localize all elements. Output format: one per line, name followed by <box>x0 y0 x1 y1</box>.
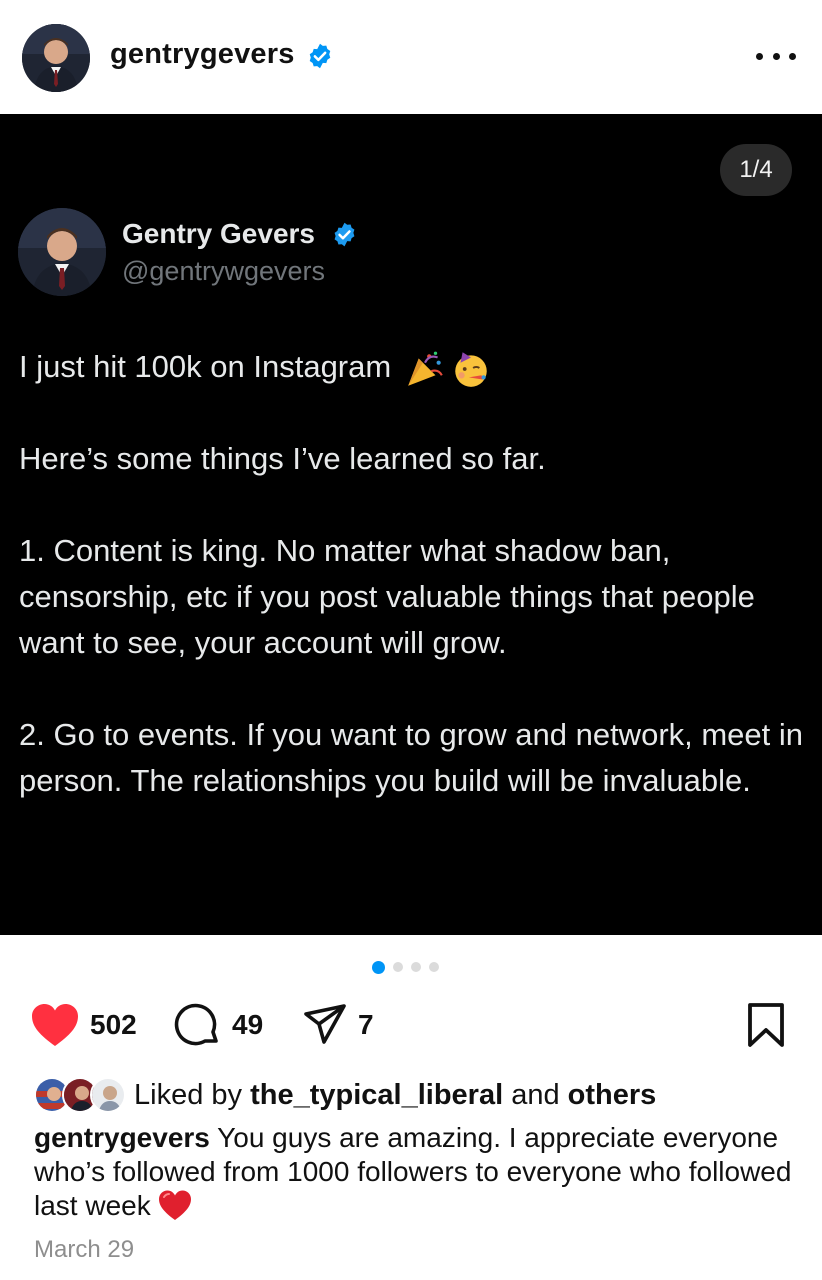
tweet-avatar <box>18 208 106 296</box>
tweet-line: 2. Go to events. If you want to grow and… <box>19 717 804 798</box>
liked-by-row[interactable]: Liked by the_typical_liberal and others <box>34 1075 656 1115</box>
partying-face-icon <box>455 352 487 387</box>
like-count[interactable]: 502 <box>90 1009 137 1041</box>
liked-by-others-link[interactable]: others <box>568 1079 657 1111</box>
red-heart-emoji-icon <box>158 1190 191 1220</box>
comment-count[interactable]: 49 <box>232 1009 263 1041</box>
liker-avatars <box>34 1076 130 1114</box>
like-button[interactable]: 502 <box>30 998 137 1052</box>
liked-by-user-link[interactable]: the_typical_liberal <box>250 1079 503 1111</box>
bookmark-icon <box>748 1003 784 1047</box>
liker-avatar <box>90 1077 126 1113</box>
tweet-line: 1. Content is king. No matter what shado… <box>19 533 755 660</box>
carousel-dot <box>372 960 385 974</box>
carousel-dot <box>429 962 439 972</box>
party-popper-icon <box>408 351 443 386</box>
comment-button[interactable]: 49 <box>174 998 263 1052</box>
carousel-dot <box>411 962 421 972</box>
carousel-indicator <box>372 960 439 974</box>
tweet-display-name: Gentry Gevers <box>122 218 315 249</box>
profile-avatar[interactable] <box>22 24 90 92</box>
save-button[interactable] <box>744 998 788 1052</box>
liked-by-text: Liked by the_typical_liberal and others <box>134 1078 657 1111</box>
more-options-icon[interactable] <box>756 44 796 68</box>
verified-badge-icon <box>309 43 331 69</box>
share-count[interactable]: 7 <box>358 1009 374 1041</box>
tweet-body: I just hit 100k on Instagram Here’s some… <box>19 344 809 804</box>
share-button[interactable]: 7 <box>302 998 374 1052</box>
tweet-verified-badge-icon <box>334 222 355 247</box>
post-caption: gentrygevers You guys are amazing. I app… <box>34 1121 794 1223</box>
carousel-counter: 1/4 <box>720 144 792 196</box>
send-icon <box>304 1004 346 1044</box>
header-username[interactable]: gentrygevers <box>110 38 295 71</box>
heart-filled-icon <box>32 1004 78 1046</box>
tweet-line: Here’s some things I’ve learned so far. <box>19 441 546 476</box>
tweet-line: I just hit 100k on Instagram <box>19 344 809 390</box>
post-header: gentrygevers <box>0 0 822 114</box>
tweet-handle: @gentrywgevers <box>122 256 325 286</box>
carousel-dot <box>393 962 403 972</box>
comment-icon <box>174 1003 218 1046</box>
post-media[interactable]: 1/4 Gentry Gevers @gentrywgevers I just … <box>0 114 822 935</box>
caption-username[interactable]: gentrygevers <box>34 1122 210 1153</box>
post-actions: 502 49 7 <box>0 998 822 1052</box>
post-date: March 29 <box>34 1236 135 1263</box>
